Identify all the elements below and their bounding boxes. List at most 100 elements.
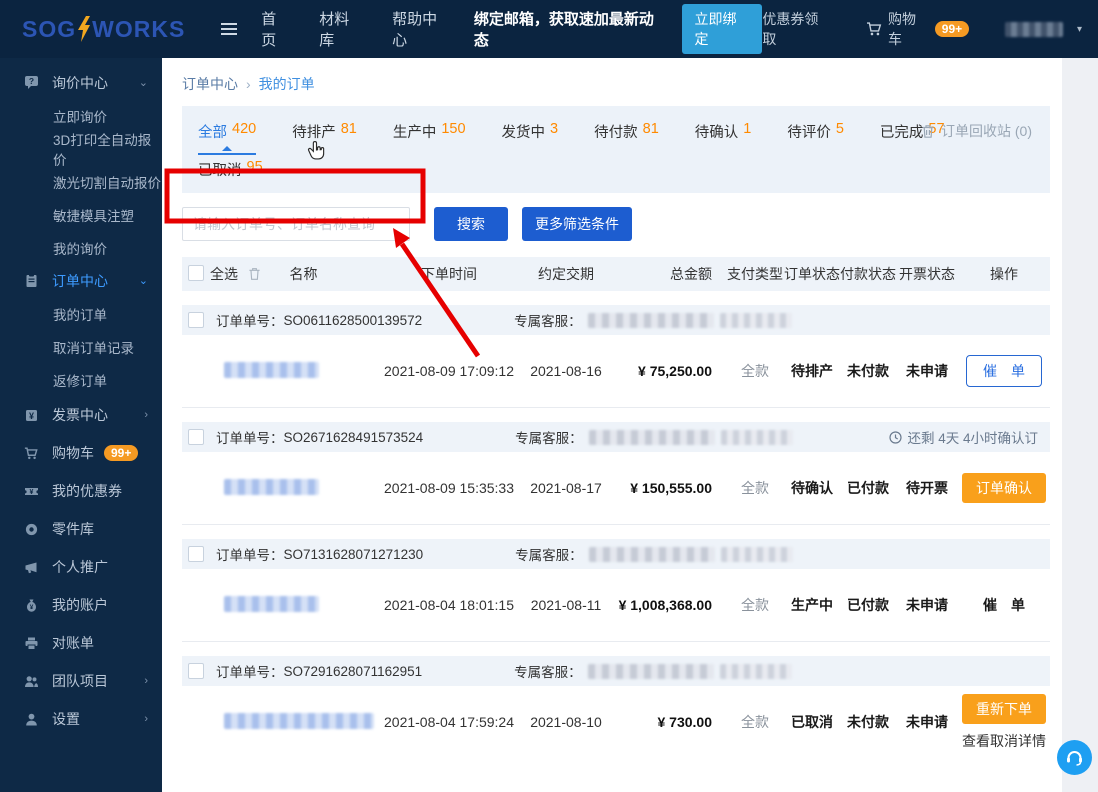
tab-pending-schedule[interactable]: 待排产 81 <box>292 121 357 155</box>
order-checkbox[interactable] <box>188 312 204 328</box>
recycle-label: 订单回收站 (0) <box>941 123 1032 139</box>
main-content: 订单中心 › 我的订单 全部 420 待排产 81 生产中 150 发货中 3 待付款 8… <box>162 58 1062 792</box>
svg-text:¥: ¥ <box>30 604 34 611</box>
view-cancel-details-link[interactable]: 查看取消详情 <box>962 731 1046 751</box>
more-filters-button[interactable]: 更多筛选条件 <box>522 207 632 241</box>
cs-label: 专属客服： <box>514 665 582 680</box>
user-menu-caret-icon[interactable]: ▾ <box>1077 24 1082 35</box>
sidebar-item-my-orders[interactable]: 我的订单 <box>0 297 162 330</box>
order-time: 2021-08-04 18:01:15 <box>384 597 514 613</box>
top-navbar: SOG WORKS 首页 材料库 帮助中心 绑定邮箱，获取速加最新动态 立即绑定… <box>0 0 1098 58</box>
sidebar-item-rapid-mold[interactable]: 敏捷模具注塑 <box>0 198 162 231</box>
tab-pending-review[interactable]: 待评价 5 <box>787 121 844 155</box>
order-name-redacted[interactable] <box>224 361 319 378</box>
sidebar-item-settings[interactable]: 设置 › <box>0 700 162 738</box>
sidebar-item-my-coupons[interactable]: ¥ 我的优惠券 <box>0 472 162 510</box>
sidebar-item-cart[interactable]: 购物车 99+ <box>0 434 162 472</box>
order-checkbox[interactable] <box>188 663 204 679</box>
breadcrumb-order-center[interactable]: 订单中心 <box>182 74 238 94</box>
order-header: 订单单号： SO2671628491573524 专属客服： 还剩 4天 4小时… <box>182 422 1050 452</box>
order-recycle-bin[interactable]: 订单回收站 (0) <box>921 121 1032 141</box>
order-checkbox[interactable] <box>188 546 204 562</box>
username-redacted[interactable] <box>1005 21 1063 37</box>
order-no-label: 订单单号： <box>216 431 284 446</box>
tab-pending-payment[interactable]: 待付款 81 <box>594 121 659 155</box>
sidebar-item-inquire-now[interactable]: 立即询价 <box>0 99 162 132</box>
sidebar-item-statement[interactable]: 对账单 <box>0 624 162 662</box>
sidebar-item-team-projects[interactable]: 团队项目 › <box>0 662 162 700</box>
order-no-label: 订单单号： <box>216 548 284 563</box>
question-bubble-icon: ? <box>24 75 39 90</box>
order-time: 2021-08-09 17:09:12 <box>384 363 514 379</box>
logo-text-pre: SOG <box>22 15 77 42</box>
cs-contact-redacted <box>720 429 793 445</box>
search-row: 搜索 更多筛选条件 <box>182 207 1050 241</box>
nav-link-materials[interactable]: 材料库 <box>319 8 364 50</box>
sidebar-item-my-account[interactable]: ¥ 我的账户 <box>0 586 162 624</box>
cs-name-redacted <box>588 546 715 562</box>
order-name-redacted[interactable] <box>224 595 319 612</box>
cart-button[interactable]: 购物车 99+ <box>866 9 970 49</box>
pay-status: 未付款 <box>847 714 889 730</box>
confirm-order-button[interactable]: 订单确认 <box>962 473 1046 503</box>
col-order-status: 订单状态 <box>784 266 840 282</box>
trash-icon[interactable] <box>248 267 261 281</box>
order-name-redacted[interactable] <box>224 712 374 729</box>
nav-link-home[interactable]: 首页 <box>261 8 291 50</box>
sidebar-item-laser-cut-quote[interactable]: 激光切割自动报价 <box>0 165 162 198</box>
nav-link-help[interactable]: 帮助中心 <box>392 8 452 50</box>
clock-icon <box>889 430 903 444</box>
cs-contact-redacted <box>720 546 793 562</box>
bind-now-button[interactable]: 立即绑定 <box>682 4 763 54</box>
col-total-amount: 总金额 <box>670 266 712 282</box>
sidebar-item-promotion[interactable]: 个人推广 <box>0 548 162 586</box>
sidebar-item-invoice-center[interactable]: ¥ 发票中心 › <box>0 396 162 434</box>
sidebar-item-3d-print-quote[interactable]: 3D打印全自动报价 <box>0 132 162 168</box>
customer-service-button[interactable] <box>1057 740 1092 775</box>
total-amount: ¥ 150,555.00 <box>630 480 712 496</box>
search-button[interactable]: 搜索 <box>434 207 508 241</box>
chevron-down-icon: ⌄ <box>138 77 148 89</box>
sidebar-item-parts-library[interactable]: 零件库 <box>0 510 162 548</box>
cs-label: 专属客服： <box>514 314 582 329</box>
tab-all[interactable]: 全部 420 <box>198 121 257 155</box>
breadcrumb-my-orders[interactable]: 我的订单 <box>259 74 315 94</box>
hamburger-menu-icon[interactable] <box>221 23 238 35</box>
cs-contact-redacted <box>719 663 792 679</box>
sidebar-item-inquiry-center[interactable]: ? 询价中心 ⌄ <box>0 66 162 99</box>
sidebar-item-my-inquiries[interactable]: 我的询价 <box>0 231 162 264</box>
due-date: 2021-08-10 <box>530 714 602 730</box>
team-icon <box>24 674 39 689</box>
sidebar-item-repair-orders[interactable]: 返修订单 <box>0 363 162 396</box>
coupon-link[interactable]: 优惠券领取 <box>762 9 832 49</box>
total-amount: ¥ 75,250.00 <box>638 363 712 379</box>
order-search-input[interactable] <box>182 207 410 241</box>
urge-order-text[interactable]: 催 单 <box>983 595 1025 615</box>
sidebar-item-cancelled-orders[interactable]: 取消订单记录 <box>0 330 162 363</box>
tab-pending-confirm[interactable]: 待确认 1 <box>695 121 752 155</box>
select-all-label[interactable]: 全选 <box>210 264 238 284</box>
order-name-redacted[interactable] <box>224 478 319 495</box>
sogaworks-logo[interactable]: SOG WORKS <box>22 16 185 43</box>
order-header: 订单单号： SO0611628500139572 专属客服： <box>182 305 1050 335</box>
col-pay-type: 支付类型 <box>727 266 783 282</box>
tab-cancelled[interactable]: 已取消 95 <box>198 159 263 180</box>
urge-order-button[interactable]: 催 单 <box>966 355 1042 387</box>
cs-label: 专属客服： <box>515 431 583 446</box>
megaphone-icon <box>24 560 39 575</box>
order-checkbox[interactable] <box>188 429 204 445</box>
sidebar-item-order-center[interactable]: 订单中心 ⌄ <box>0 264 162 297</box>
order-row: 2021-08-09 17:09:12 2021-08-16 ¥ 75,250.… <box>182 335 1050 407</box>
order-status: 生产中 <box>791 597 833 613</box>
tab-shipping[interactable]: 发货中 3 <box>502 121 559 155</box>
navbar-right: 优惠券领取 购物车 99+ ▾ <box>762 9 1082 49</box>
select-all-checkbox[interactable] <box>188 264 204 281</box>
order-no-label: 订单单号： <box>216 665 284 680</box>
invoice-status: 未申请 <box>906 597 948 613</box>
reorder-button[interactable]: 重新下单 <box>962 693 1046 724</box>
pay-status: 未付款 <box>847 363 889 379</box>
chevron-right-icon: › <box>144 713 148 725</box>
tab-in-production[interactable]: 生产中 150 <box>393 121 466 155</box>
order-row: 2021-08-09 15:35:33 2021-08-17 ¥ 150,555… <box>182 452 1050 524</box>
nav-menu: 首页 材料库 帮助中心 <box>261 8 452 50</box>
